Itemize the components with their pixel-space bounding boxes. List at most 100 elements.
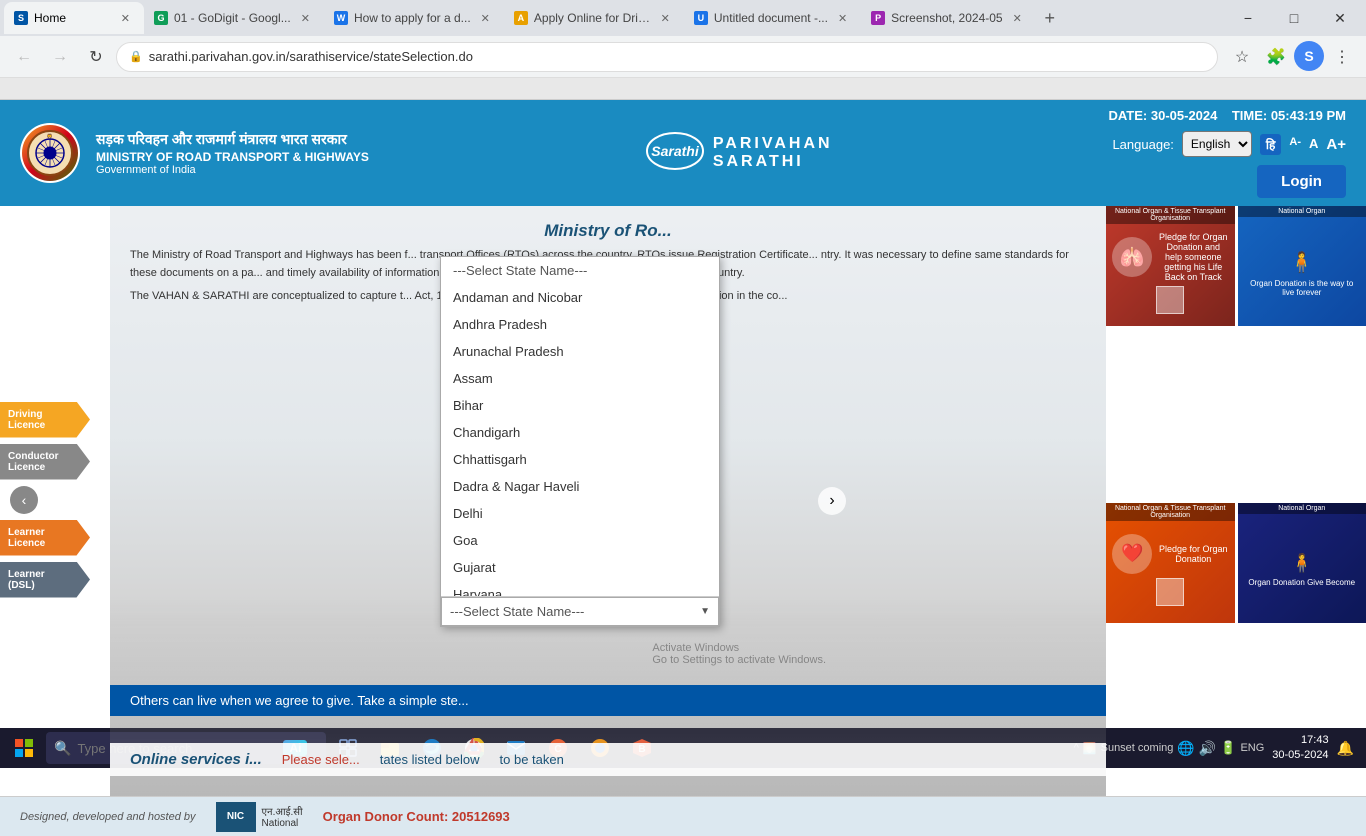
date-value: 30-05-2024: [1151, 108, 1218, 123]
browser-frame: S Home ✕ G 01 - GoDigit - Googl... ✕ W H…: [0, 0, 1366, 100]
online-services-title: Online services i...: [130, 751, 262, 768]
dropdown-item-andhra[interactable]: Andhra Pradesh: [441, 311, 719, 338]
header-right: DATE: 30-05-2024 TIME: 05:43:19 PM Langu…: [1108, 108, 1346, 198]
profile-button[interactable]: S: [1294, 41, 1324, 71]
dropdown-placeholder-item[interactable]: ---Select State Name---: [441, 257, 719, 284]
forward-button[interactable]: →: [44, 41, 76, 73]
site-header-inner: 🦁 सड़क परिवहन और राजमार्ग मंत्रालय भारत …: [0, 100, 1366, 206]
organ-image-3: National Organ & Tissue Transplant Organ…: [1106, 503, 1235, 623]
sarathi-icon: Sarathi: [645, 131, 705, 176]
dropdown-bottom-text: ---Select State Name---: [450, 604, 584, 619]
nic-hindi-text: एन.आई.सी National: [262, 804, 303, 829]
volume-icon[interactable]: 🔊: [1199, 740, 1216, 757]
please-select-text: Please sele...: [282, 752, 360, 767]
font-normal-button[interactable]: A: [1309, 136, 1318, 153]
nav-arrow-learner[interactable]: LearnerLicence: [0, 520, 110, 556]
maximize-button[interactable]: □: [1272, 0, 1316, 36]
organ-text-4: Organ Donation Give Become: [1248, 578, 1355, 587]
dropdown-scroll-area[interactable]: ---Select State Name--- Andaman and Nico…: [441, 257, 719, 597]
learner-licence-arrow: LearnerLicence: [0, 520, 90, 556]
tab-close-godigit[interactable]: ✕: [297, 10, 314, 27]
reload-button[interactable]: ↻: [80, 41, 112, 73]
right-panel: National Organ & Tissue Transplant Organ…: [1106, 206, 1366, 796]
tab-applydrive[interactable]: A Apply Online for Driv... ✕: [504, 2, 684, 34]
organ-images-grid: National Organ & Tissue Transplant Organ…: [1106, 206, 1366, 796]
dropdown-item-gujarat[interactable]: Gujarat: [441, 554, 719, 581]
blue-banner-text: Others can live when we agree to give. T…: [130, 693, 469, 708]
organ-img-1-content: 🫁 Pledge for Organ Donation and help som…: [1112, 232, 1228, 282]
more-options-button[interactable]: ⋮: [1326, 41, 1358, 73]
dropdown-item-dadra[interactable]: Dadra & Nagar Haveli: [441, 473, 719, 500]
new-tab-button[interactable]: +: [1036, 4, 1064, 32]
address-bar[interactable]: 🔒 sarathi.parivahan.gov.in/sarathiservic…: [116, 42, 1218, 72]
dropdown-item-andaman[interactable]: Andaman and Nicobar: [441, 284, 719, 311]
states-listed-text: tates listed below: [380, 752, 480, 767]
state-dropdown: ---Select State Name--- Andaman and Nico…: [440, 256, 720, 627]
date-label: DATE:: [1108, 108, 1147, 123]
dropdown-item-delhi[interactable]: Delhi: [441, 500, 719, 527]
nic-hindi: एन.आई.सी: [262, 807, 303, 818]
font-increase-button[interactable]: A+: [1326, 136, 1346, 153]
dropdown-bottom-select[interactable]: ---Select State Name--- ▼: [441, 597, 719, 626]
to-be-taken-text: to be taken: [500, 752, 564, 767]
network-icon[interactable]: 🌐: [1177, 740, 1194, 757]
taskbar-clock[interactable]: 17:43 30-05-2024: [1272, 733, 1328, 764]
tab-apply[interactable]: W How to apply for a d... ✕: [324, 2, 504, 34]
hindi-icon: हि: [1260, 134, 1281, 155]
lock-icon: 🔒: [129, 50, 143, 63]
carousel-next-button[interactable]: ›: [818, 487, 846, 515]
login-button[interactable]: Login: [1257, 165, 1346, 198]
font-decrease-button[interactable]: A-: [1289, 136, 1301, 153]
tab-close-screenshot[interactable]: ✕: [1009, 10, 1026, 27]
nav-bar: ← → ↻ 🔒 sarathi.parivahan.gov.in/sarathi…: [0, 36, 1366, 78]
bookmark-button[interactable]: ☆: [1226, 41, 1258, 73]
tab-label-apply: How to apply for a d...: [354, 11, 471, 25]
battery-icon: 🔋: [1220, 740, 1236, 756]
login-button-wrapper: Login: [1257, 165, 1346, 198]
nav-arrow-driving[interactable]: DrivingLicence: [0, 402, 110, 438]
language-select[interactable]: English Hindi: [1182, 131, 1252, 157]
dropdown-item-chhattisgarh[interactable]: Chhattisgarh: [441, 446, 719, 473]
minimize-button[interactable]: −: [1226, 0, 1270, 36]
ministry-title-block: सड़क परिवहन और राजमार्ग मंत्रालय भारत सर…: [96, 130, 369, 176]
tab-close-untitled[interactable]: ✕: [834, 10, 851, 27]
dropdown-arrow-icon: ▼: [700, 606, 710, 617]
dropdown-item-bihar[interactable]: Bihar: [441, 392, 719, 419]
organ-icon-1: 🫁: [1112, 237, 1152, 277]
datetime-display: DATE: 30-05-2024 TIME: 05:43:19 PM: [1108, 108, 1346, 123]
tab-favicon-applydrive: A: [514, 11, 528, 25]
qr-code-3: [1156, 578, 1184, 606]
dropdown-item-haryana[interactable]: Haryana: [441, 581, 719, 597]
notification-bell-icon[interactable]: 🔔: [1337, 740, 1354, 757]
dropdown-item-goa[interactable]: Goa: [441, 527, 719, 554]
dropdown-item-assam[interactable]: Assam: [441, 365, 719, 392]
tab-close-applydrive[interactable]: ✕: [657, 10, 674, 27]
tab-active-home[interactable]: S Home ✕: [4, 2, 144, 34]
organ-donor-count: Organ Donor Count: 20512693: [323, 809, 510, 824]
nav-arrow-dsl[interactable]: Learner(DSL): [0, 562, 110, 598]
nic-logo-area: NIC एन.आई.सी National: [216, 802, 303, 832]
tab-label-untitled: Untitled document -...: [714, 11, 828, 25]
natl-org-header-1: National Organ & Tissue Transplant Organ…: [1106, 206, 1235, 224]
dropdown-item-arunachal[interactable]: Arunachal Pradesh: [441, 338, 719, 365]
tab-close-apply[interactable]: ✕: [477, 10, 494, 27]
tab-screenshot[interactable]: P Screenshot, 2024-05 ✕: [861, 2, 1036, 34]
natl-org-header-3: National Organ & Tissue Transplant Organ…: [1106, 503, 1235, 521]
sarathi-logo: Sarathi PARIVAHAN SARATHI: [645, 131, 833, 176]
language-indicator: ENG: [1240, 742, 1264, 754]
tab-close-home[interactable]: ✕: [117, 10, 134, 27]
nav-back-chevron[interactable]: ‹: [10, 486, 38, 514]
sarathi-text-block: PARIVAHAN SARATHI: [713, 135, 833, 171]
site-header: 🦁 सड़क परिवहन और राजमार्ग मंत्रालय भारत …: [0, 100, 1366, 206]
page-section: DrivingLicence ConductorLicence ‹ Learne…: [0, 206, 1366, 796]
back-button[interactable]: ←: [8, 41, 40, 73]
organ-icon-4: 🧍: [1248, 553, 1355, 574]
svg-text:🦁: 🦁: [47, 133, 53, 140]
close-button[interactable]: ✕: [1318, 0, 1362, 36]
tab-untitled[interactable]: U Untitled document -... ✕: [684, 2, 861, 34]
extension-button[interactable]: 🧩: [1260, 41, 1292, 73]
left-nav-panel: DrivingLicence ConductorLicence ‹ Learne…: [0, 206, 110, 796]
nav-arrow-conductor[interactable]: ConductorLicence: [0, 444, 110, 480]
tab-godigit[interactable]: G 01 - GoDigit - Googl... ✕: [144, 2, 324, 34]
dropdown-item-chandigarh[interactable]: Chandigarh: [441, 419, 719, 446]
